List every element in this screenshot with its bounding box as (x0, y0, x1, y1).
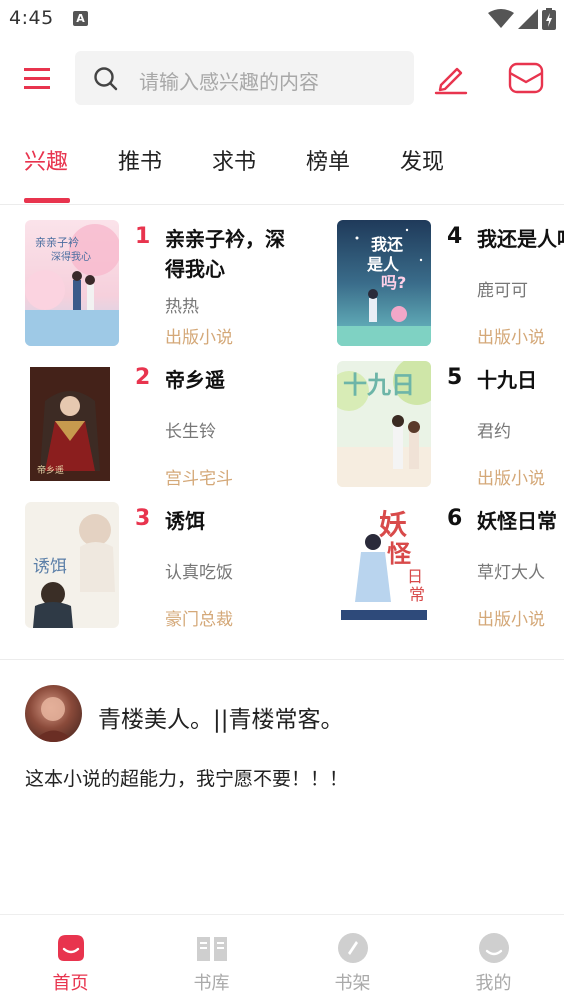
book-item[interactable]: 妖 怪 日 常 6 妖怪日常 草灯大人 出版小说 (337, 502, 564, 630)
svg-text:诱饵: 诱饵 (33, 557, 67, 577)
home-icon (58, 935, 84, 961)
book-title[interactable]: 诱饵 (165, 506, 365, 536)
post-username[interactable]: 青楼美人。||青楼常客。 (98, 700, 344, 734)
tab-discover[interactable]: 发现 (400, 144, 444, 176)
bottom-nav: 首页 书库 书架 我的 (0, 914, 564, 1004)
book-cover[interactable]: 诱饵 (25, 502, 119, 628)
book-author: 鹿可可 (477, 281, 528, 301)
menu-icon (24, 68, 50, 89)
book-genre[interactable]: 豪门总裁 (165, 605, 233, 630)
nav-profile[interactable]: 我的 (423, 915, 564, 1004)
svg-text:亲亲子衿: 亲亲子衿 (35, 235, 79, 249)
book-genre[interactable]: 出版小说 (477, 605, 545, 630)
svg-text:怪: 怪 (387, 540, 412, 568)
tabs-divider (0, 204, 564, 205)
nav-library[interactable]: 书库 (141, 915, 282, 1004)
book-genre[interactable]: 出版小说 (165, 323, 233, 348)
top-bar: 请输入感兴趣的内容 (0, 46, 564, 110)
svg-text:十九日: 十九日 (343, 371, 415, 399)
svg-text:常: 常 (409, 585, 425, 604)
book-rank: 4 (447, 224, 463, 249)
book-author: 长生铃 (165, 422, 216, 442)
search-input[interactable]: 请输入感兴趣的内容 (75, 51, 414, 105)
notification-a-icon: A (73, 11, 88, 26)
book-item[interactable]: 十九日 5 十九日 君约 出版小说 (337, 361, 564, 489)
avatar[interactable] (25, 685, 82, 742)
book-item[interactable]: 我还 是人 吗? 4 我还是人吗 鹿可可 出版小说 (337, 220, 564, 348)
profile-icon (479, 933, 509, 963)
signal-icon (518, 9, 538, 29)
book-title[interactable]: 我还是人吗 (477, 224, 564, 254)
tab-request[interactable]: 求书 (212, 144, 256, 176)
book-cover[interactable]: 十九日 (337, 361, 431, 487)
nav-home-label: 首页 (52, 973, 89, 994)
book-author: 热热 (165, 297, 199, 317)
book-rank: 3 (135, 506, 151, 531)
book-title[interactable]: 帝乡遥 (165, 365, 365, 395)
tab-ranking[interactable]: 榜单 (306, 144, 350, 176)
book-cover[interactable]: 帝乡遥 (25, 361, 119, 487)
search-icon (94, 67, 118, 91)
library-icon (197, 937, 227, 961)
book-title[interactable]: 亲亲子衿，深得我心 (165, 224, 300, 284)
book-rank: 6 (447, 506, 463, 531)
tab-bar: 兴趣 推书 求书 榜单 发现 (0, 130, 564, 204)
svg-text:我还: 我还 (371, 235, 404, 254)
svg-text:深得我心: 深得我心 (51, 251, 91, 263)
search-placeholder: 请输入感兴趣的内容 (139, 70, 319, 94)
battery-icon (542, 8, 556, 30)
book-item[interactable]: 诱饵 3 诱饵 认真吃饭 豪门总裁 (25, 502, 325, 630)
status-icons (488, 8, 556, 30)
bookshelf-icon (338, 933, 368, 963)
book-cover[interactable]: 妖 怪 日 常 (337, 502, 431, 628)
book-title[interactable]: 妖怪日常 (477, 506, 564, 536)
nav-profile-label: 我的 (475, 973, 512, 994)
book-genre[interactable]: 出版小说 (477, 323, 545, 348)
tab-interest[interactable]: 兴趣 (24, 144, 68, 176)
wifi-icon (488, 9, 514, 28)
book-item[interactable]: 帝乡遥 2 帝乡遥 长生铃 宫斗宅斗 (25, 361, 325, 489)
book-rank: 2 (135, 365, 151, 390)
tab-recommend[interactable]: 推书 (118, 144, 162, 176)
book-cover[interactable]: 我还 是人 吗? (337, 220, 431, 346)
svg-text:日: 日 (407, 567, 423, 586)
book-cover[interactable]: 亲亲子衿 深得我心 (25, 220, 119, 346)
book-title[interactable]: 十九日 (477, 365, 564, 395)
book-author: 认真吃饭 (165, 563, 233, 583)
status-time: 4:45 (9, 7, 54, 29)
svg-text:是人: 是人 (366, 255, 400, 274)
nav-library-label: 书库 (193, 973, 230, 994)
nav-home[interactable]: 首页 (0, 915, 141, 1004)
book-author: 草灯大人 (477, 563, 545, 583)
book-genre[interactable]: 宫斗宅斗 (165, 464, 233, 489)
nav-bookshelf-label: 书架 (334, 973, 371, 994)
status-bar: 4:45 A (0, 0, 564, 38)
book-author: 君约 (477, 422, 511, 442)
nav-bookshelf[interactable]: 书架 (282, 915, 423, 1004)
message-button[interactable] (507, 60, 545, 96)
tab-indicator (24, 198, 70, 203)
menu-button[interactable] (22, 62, 54, 94)
book-item[interactable]: 亲亲子衿 深得我心 1 亲亲子衿，深得我心 热热 出版小说 (25, 220, 325, 348)
post-content: 这本小说的超能力，我宁愿不要！！！ (25, 768, 349, 790)
book-rank: 5 (447, 365, 463, 390)
book-genre[interactable]: 出版小说 (477, 464, 545, 489)
svg-text:帝乡遥: 帝乡遥 (37, 464, 64, 476)
svg-text:吗?: 吗? (381, 273, 406, 292)
svg-text:妖: 妖 (379, 508, 407, 541)
pencil-icon (434, 67, 468, 95)
book-rank: 1 (135, 224, 151, 249)
mail-icon (508, 62, 544, 94)
edit-button[interactable] (433, 60, 469, 96)
post-card[interactable]: 青楼美人。||青楼常客。 这本小说的超能力，我宁愿不要！！！ (0, 660, 564, 914)
